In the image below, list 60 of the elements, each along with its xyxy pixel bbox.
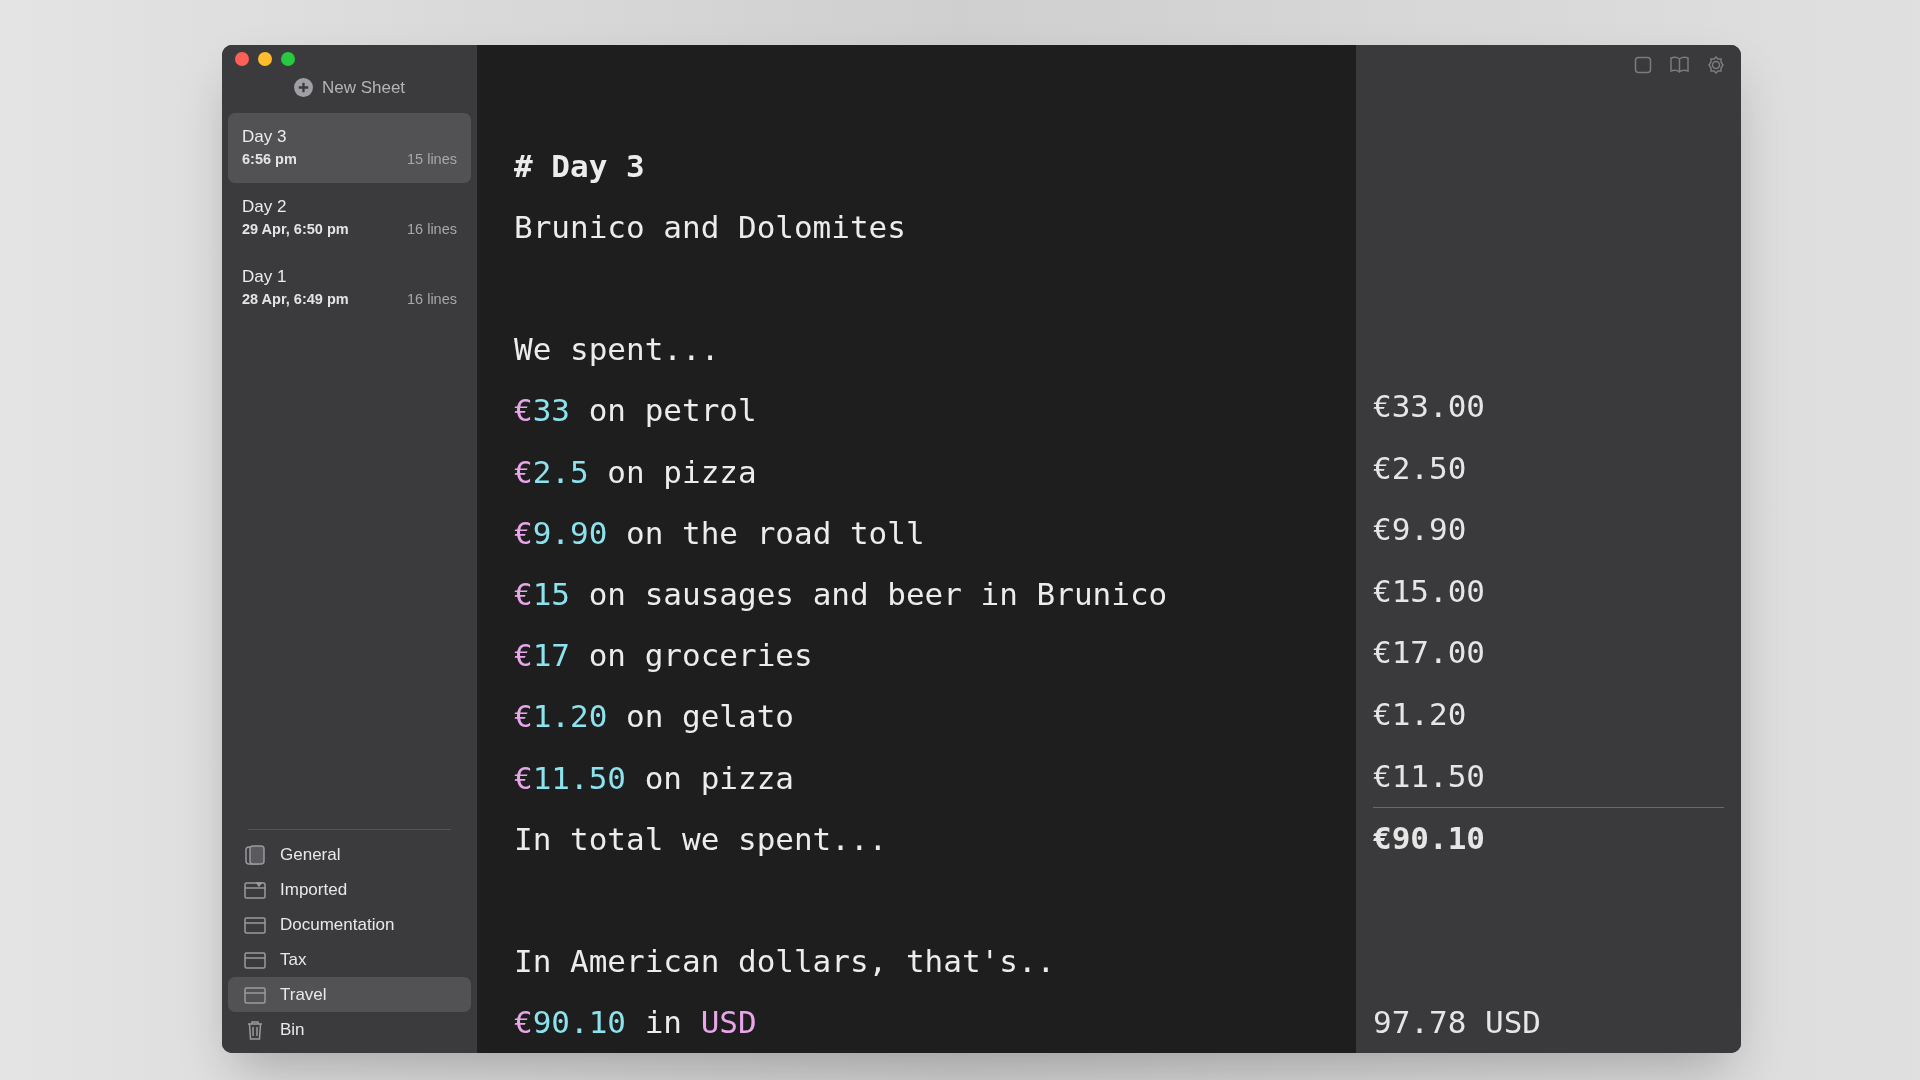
folder-item[interactable]: Tax [228,942,471,977]
result-value: €9.90 [1373,510,1467,550]
folder-icon [244,950,266,969]
folder-label: Travel [280,983,327,1006]
sheet-item[interactable]: Day 1 28 Apr, 6:49 pm 16 lines [228,252,471,323]
folder-icon [244,985,266,1004]
result-value: €1.20 [1373,695,1467,734]
folder-label: Imported [280,878,348,901]
sheet-date: 29 Apr, 6:50 pm [242,219,349,239]
sheet-item[interactable]: Day 3 6:56 pm 15 lines [228,112,471,183]
sheet-item[interactable]: Day 2 29 Apr, 6:50 pm 16 lines [228,182,471,253]
editor-line: €2.5 on pizza [514,452,757,491]
book-icon[interactable] [1670,56,1689,74]
line-count: 15 lines [407,149,457,169]
editor-line: €90.10 in USD [514,1003,757,1042]
editor-line: Brunico and Dolomites [514,207,906,246]
sheet-title: Day 2 [242,195,288,217]
folder-item[interactable]: Imported [228,872,471,907]
folder-label: Tax [280,948,307,971]
editor-line: €11.50 on pizza [514,758,794,797]
folder-item[interactable]: Travel [228,977,471,1012]
folder-label: Documentation [280,913,395,936]
editor-line: In total we spent... [514,819,888,858]
line-count: 16 lines [407,289,457,309]
zoom-button[interactable] [281,52,295,66]
folder-item[interactable]: General [228,837,471,872]
folder-icon [244,915,266,934]
result-value: €33.00 [1373,387,1485,426]
editor-line: We spent... [514,330,720,369]
total-value: €90.10 [1373,818,1485,858]
stack-icon [244,843,266,866]
editor-line: €1.20 on gelato [514,697,794,736]
settings-icon[interactable] [1707,55,1725,74]
result-value: €17.00 [1373,633,1485,673]
folder-label: General [280,843,341,866]
plus-circle-icon [293,78,313,98]
editor-line: €33 on petrol [514,391,757,430]
line-count: 16 lines [407,219,457,239]
close-button[interactable] [235,52,249,66]
folder-label: Bin [280,1018,305,1041]
result-value: 97.78 USD [1373,1002,1541,1042]
sheet-date: 28 Apr, 6:49 pm [242,289,349,309]
folder-icon [244,880,266,899]
editor-line: In American dollars, that's.. [514,942,1056,981]
folder-item[interactable]: Documentation [228,907,471,942]
minimize-button[interactable] [258,52,272,66]
sheet-title: Day 1 [242,265,288,287]
editor-line: €17 on groceries [514,636,813,675]
trash-icon [246,1019,264,1040]
folder-item[interactable]: Bin [228,1012,471,1047]
square-icon[interactable] [1634,55,1652,74]
new-sheet-button[interactable]: New Sheet [293,75,406,101]
sheet-date: 6:56 pm [242,149,297,169]
heading-line: # Day 3 [514,146,645,185]
editor-line: €9.90 on the road toll [514,513,925,552]
editor-line: €15 on sausages and beer in Brunico [514,575,1168,613]
sheet-title: Day 3 [242,125,288,147]
result-value: €11.50 [1373,756,1485,796]
result-value: €2.50 [1373,448,1467,488]
result-value: €15.00 [1373,571,1485,611]
